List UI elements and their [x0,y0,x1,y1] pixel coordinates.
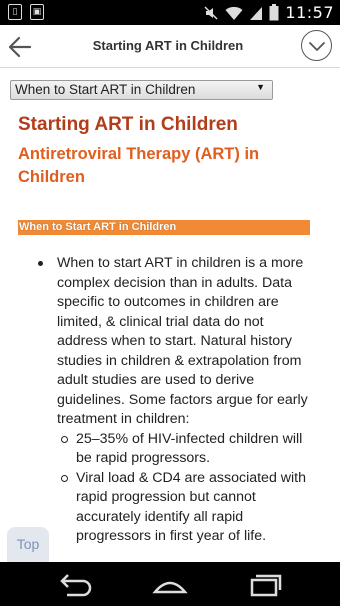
status-time: 11:57 [285,3,334,22]
nav-bar [0,562,340,606]
status-left-icons: ▯ ▣ [8,4,44,20]
wifi-icon [225,6,243,20]
home-nav-button[interactable] [150,572,190,598]
section-select[interactable]: When to Start ART in Children ▼ [10,80,273,100]
sim-card-icon: ▯ [8,4,22,20]
article-body: When to start ART in children is a more … [28,254,318,547]
mute-icon [204,5,218,20]
status-right-icons: 11:57 [203,3,334,22]
sub-list-item: 25–35% of HIV-infected children will be … [28,430,318,469]
battery-icon [269,4,279,21]
image-icon: ▣ [30,4,44,20]
recent-apps-button[interactable] [245,572,285,598]
sub-list-item: Viral load & CD4 are associated with rap… [28,469,318,547]
article-heading: Starting ART in Children [18,114,238,135]
page-title: Starting ART in Children [92,38,244,53]
back-nav-icon [60,574,92,597]
sub-bullet-icon [61,435,68,443]
sub-bullet-icon [61,474,68,482]
chevron-down-icon [308,41,325,51]
sub-bullet-text: Viral load & CD4 are associated with rap… [76,469,307,545]
sub-bullet-text: 25–35% of HIV-infected children will be … [76,430,303,467]
list-item: When to start ART in children is a more … [28,254,318,430]
back-button[interactable] [6,33,34,61]
dropdown-arrow-icon: ▼ [256,82,265,92]
section-select-value: When to Start ART in Children [15,82,196,97]
status-bar: ▯ ▣ 11:57 [0,0,340,25]
signal-icon [250,6,263,20]
bullet-text: When to start ART in children is a more … [57,255,308,427]
back-nav-button[interactable] [55,572,95,598]
top-button[interactable]: Top [7,527,49,562]
section-label: When to Start ART in Children [18,220,310,235]
article-subheading: Antiretroviral Therapy (ART) in Children [18,145,260,186]
app-content: Starting ART in Children When to Start A… [0,25,340,562]
back-arrow-icon [8,36,32,58]
recent-apps-icon [250,574,282,597]
bullet-icon [38,261,43,266]
home-nav-icon [152,581,188,594]
action-bar: Starting ART in Children [0,25,340,68]
menu-button[interactable] [301,30,332,61]
